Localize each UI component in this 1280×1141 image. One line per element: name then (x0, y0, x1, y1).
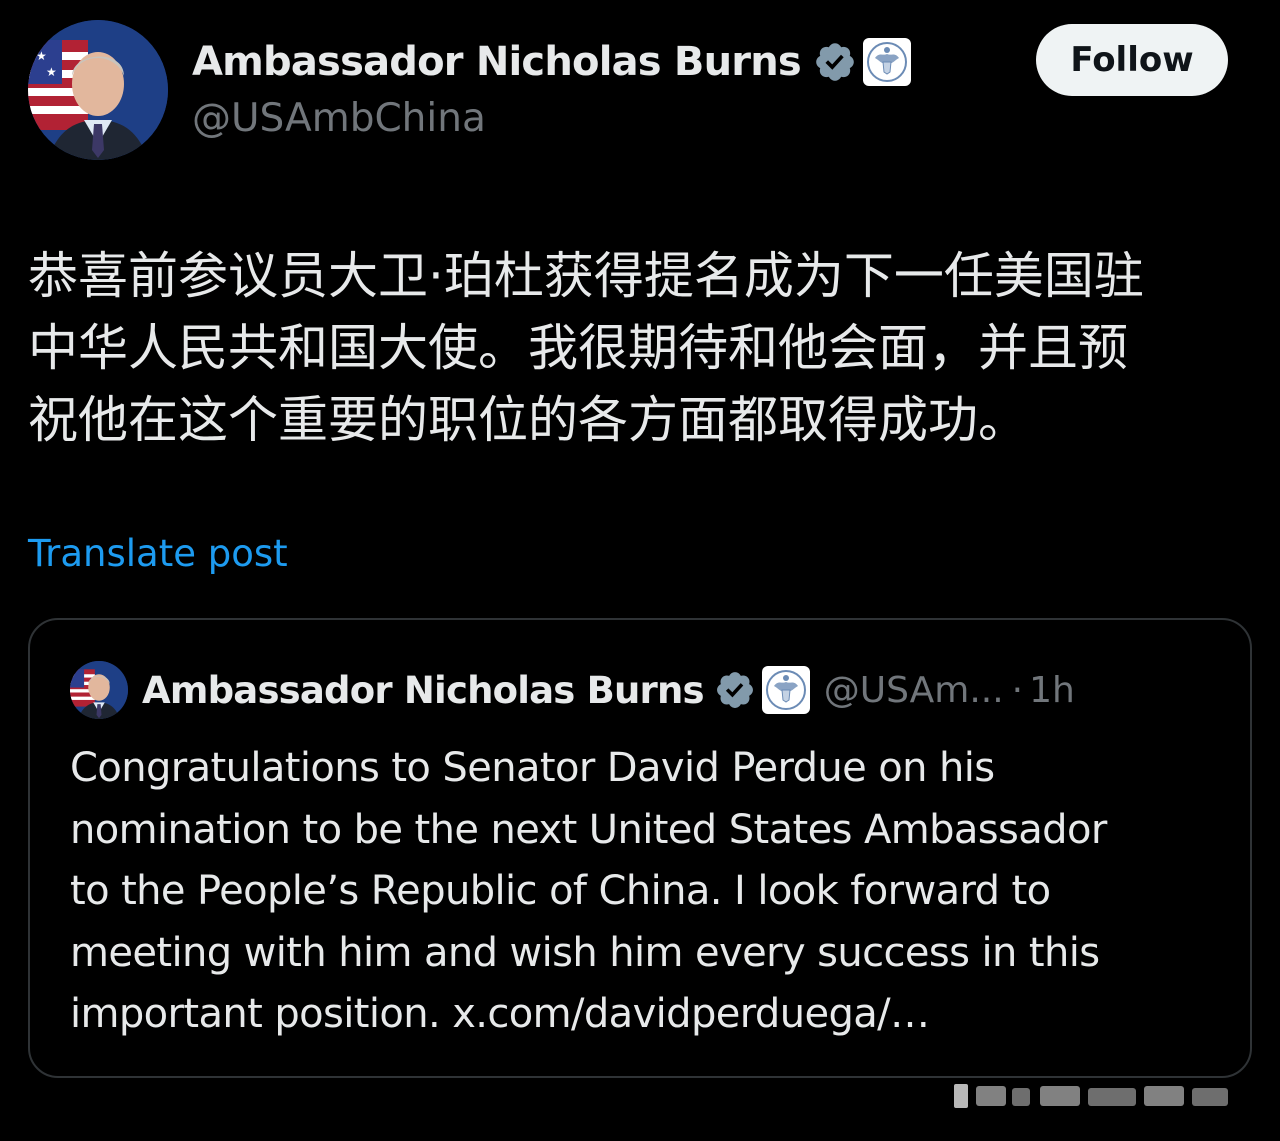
quoted-text-line: to the People’s Republic of China. I loo… (70, 868, 1051, 914)
follow-button[interactable]: Follow (1036, 24, 1228, 96)
quoted-post-header: Ambassador Nicholas Burns @USAm... · 1h (70, 660, 1075, 720)
us-state-department-seal-icon[interactable] (761, 666, 810, 714)
watermark-image (948, 1082, 1250, 1110)
meta-separator: · (1011, 669, 1024, 711)
verified-badge-icon[interactable] (813, 40, 857, 84)
us-state-department-seal-icon[interactable] (862, 38, 911, 86)
quoted-post-timestamp[interactable]: 1h (1029, 670, 1075, 711)
quoted-author-display-name[interactable]: Ambassador Nicholas Burns (142, 669, 705, 712)
author-avatar[interactable]: ★ ★ (28, 20, 168, 160)
quoted-author-handle[interactable]: @USAm... (824, 670, 1004, 711)
author-display-name[interactable]: Ambassador Nicholas Burns (192, 39, 802, 85)
post-text-line: 祝他在这个重要的职位的各方面都取得成功。 (28, 391, 1028, 449)
author-name-row: Ambassador Nicholas Burns (192, 34, 911, 90)
avatar-image: ★ ★ (28, 20, 168, 160)
author-handle[interactable]: @USAmbChina (192, 96, 486, 141)
post-text-line: 恭喜前参议员大卫·珀杜获得提名成为下一任美国驻 (28, 247, 1144, 305)
translate-post-link[interactable]: Translate post (28, 532, 288, 575)
quoted-author-avatar[interactable] (70, 661, 128, 719)
quoted-text-line: meeting with him and wish him every succ… (70, 929, 1100, 976)
quoted-text-line: nomination to be the next United States … (70, 806, 1107, 853)
svg-text:★: ★ (36, 49, 47, 63)
verified-badge-icon[interactable] (714, 669, 756, 711)
quoted-text-line: Congratulations to Senator David Perdue … (70, 745, 995, 791)
svg-text:★: ★ (46, 65, 57, 79)
quoted-text-line: important position. x.com/davidperduega/… (70, 991, 930, 1037)
quoted-post-card[interactable]: Ambassador Nicholas Burns @USAm... · 1h … (28, 618, 1252, 1078)
post-text-line: 中华人民共和国大使。我很期待和他会面，并且预 (28, 319, 1128, 377)
quoted-post-text: Congratulations to Senator David Perdue … (70, 738, 1220, 1046)
post-text: 恭喜前参议员大卫·珀杜获得提名成为下一任美国驻 中华人民共和国大使。我很期待和他… (28, 240, 1238, 456)
